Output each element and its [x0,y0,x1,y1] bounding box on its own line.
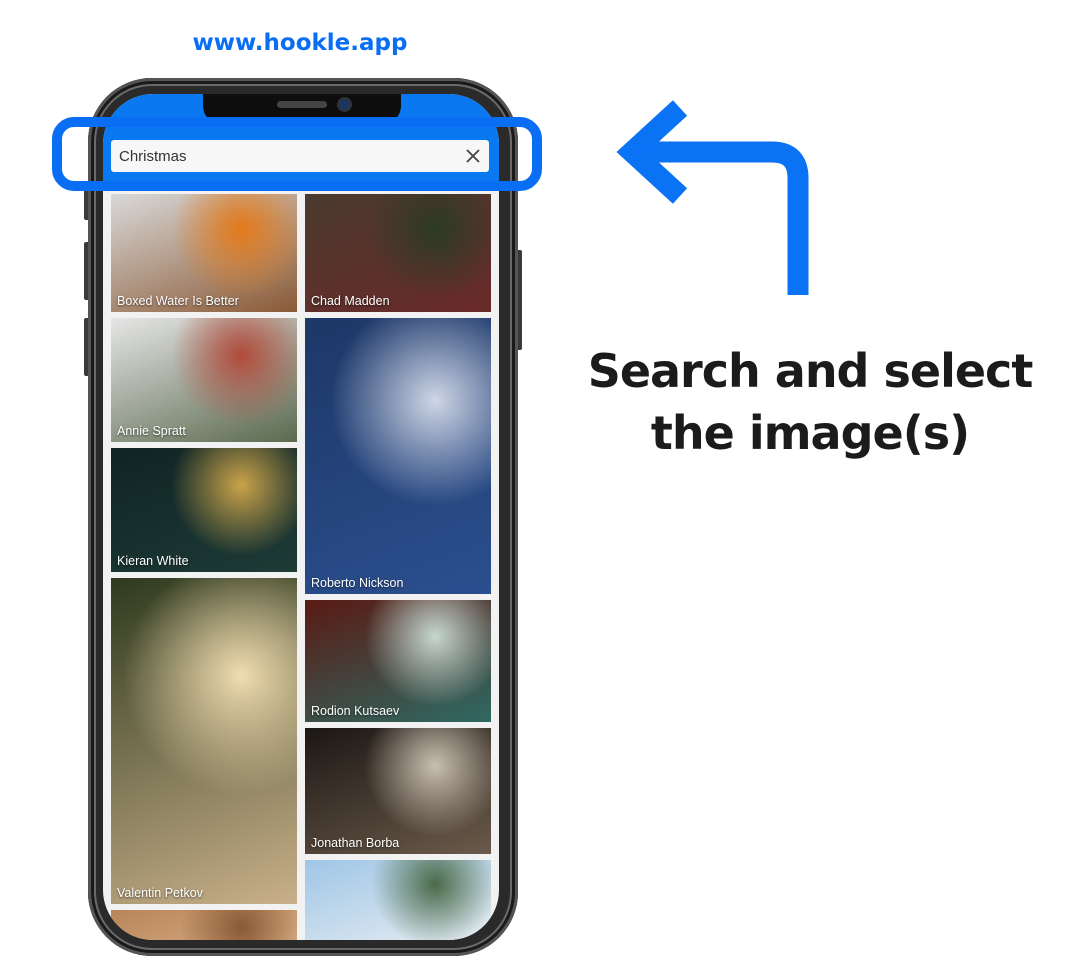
instruction-caption: Search and select the image(s) [560,340,1060,464]
image-tile[interactable]: Rodion Kutsaev [305,600,491,722]
front-camera [339,99,350,110]
phone-screen: Boxed Water Is Better Chad Madden Annie Sp… [103,94,499,940]
image-tile[interactable]: Roberto Nickson [305,318,491,594]
image-tile[interactable]: Jonathan Borba [305,728,491,854]
image-tile[interactable] [305,860,491,940]
image-author-label: Jonathan Borba [311,836,400,850]
image-tile[interactable]: Boxed Water Is Better [111,194,297,312]
arrow-up-left-icon [616,100,809,295]
caption-line-2: the image(s) [650,406,970,460]
image-author-label: Kieran White [117,554,189,568]
image-tile[interactable] [111,910,297,940]
image-tile[interactable]: Annie Spratt [111,318,297,442]
speaker-grille [277,101,327,108]
image-author-label: Boxed Water Is Better [117,294,239,308]
image-author-label: Valentin Petkov [117,886,203,900]
image-author-label: Annie Spratt [117,424,186,438]
image-author-label: Rodion Kutsaev [311,704,400,718]
image-author-label: Chad Madden [311,294,390,308]
image-tile[interactable]: Valentin Petkov [111,578,297,904]
site-url: www.hookle.app [192,30,408,56]
image-author-label: Roberto Nickson [311,576,404,590]
image-tile[interactable]: Chad Madden [305,194,491,312]
image-tile[interactable]: Kieran White [111,448,297,572]
caption-line-1: Search and select [587,344,1034,398]
search-highlight-outline [52,117,542,191]
